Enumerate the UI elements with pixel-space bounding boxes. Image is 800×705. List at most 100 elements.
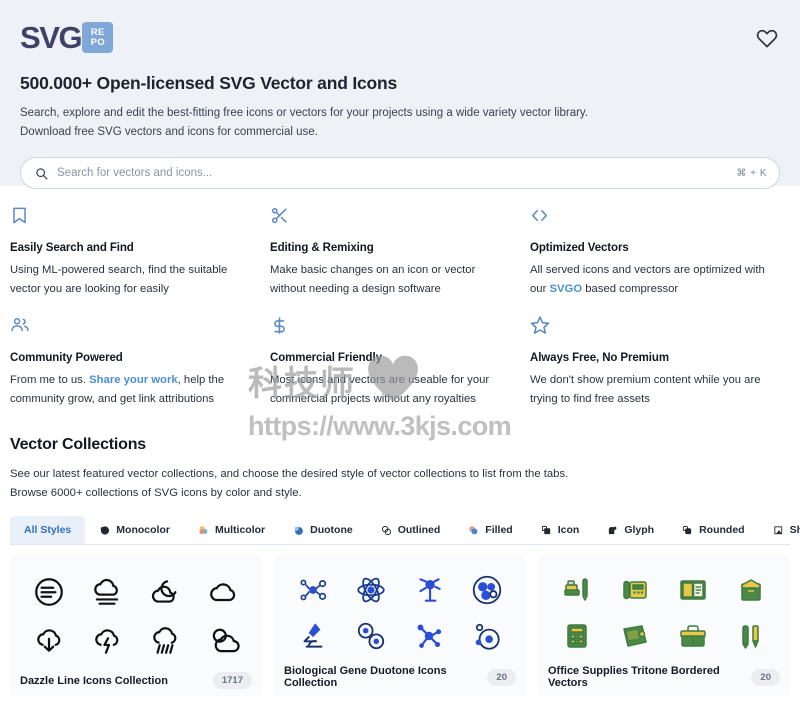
hero-subtitle-line-1: Search, explore and edit the best-fittin…: [20, 107, 589, 119]
feature-body-text-after: based compressor: [582, 282, 679, 295]
collections-subtitle-line-2: Browse 6000+ collections of SVG icons by…: [10, 486, 302, 499]
tab-glyph[interactable]: Glyph: [593, 516, 668, 544]
briefcase-icon: [673, 616, 713, 656]
atom-icon: [351, 570, 391, 610]
feature-title: Optimized Vectors: [530, 242, 629, 254]
cloud-lightning-icon: [87, 621, 127, 661]
feature-body: Make basic changes on an icon or vector …: [270, 261, 506, 298]
feature-card-optimized-vectors: Optimized Vectors All served icons and v…: [530, 202, 790, 312]
cell-orbit-icon: [467, 616, 507, 656]
card-count-badge: 20: [751, 668, 780, 686]
tab-sharp[interactable]: Sharp: [759, 516, 800, 544]
tab-monocolor[interactable]: Monocolor: [85, 516, 184, 544]
scissors-icon: [270, 202, 506, 228]
features-grid: Easily Search and Find Using ML-powered …: [0, 186, 800, 422]
rain-cloud-icon: [145, 621, 185, 661]
share-your-work-link[interactable]: Share your work: [89, 374, 178, 386]
outlined-icon: [381, 525, 392, 536]
feature-title: Always Free, No Premium: [530, 352, 669, 364]
tab-icon[interactable]: Icon: [527, 516, 594, 544]
feature-card-commercial-friendly: Commercial Friendly Most icons and vecto…: [270, 312, 530, 422]
feature-card-editing-and-remixing: Editing & Remixing Make basic changes on…: [270, 202, 530, 312]
feature-body-text: Using ML-powered search, find the suitab…: [10, 264, 228, 295]
tab-all-styles[interactable]: All Styles: [10, 516, 86, 544]
logo-repo-badge: RE PO: [82, 22, 114, 53]
collections-subtitle-line-1: See our latest featured vector collectio…: [10, 468, 569, 480]
search-input[interactable]: [48, 167, 737, 179]
microscope-icon: [293, 616, 333, 656]
open-book-icon: [673, 570, 713, 610]
star-icon: [530, 312, 766, 338]
card-title: Office Supplies Tritone Bordered Vectors: [548, 665, 720, 689]
card-count-badge: 20: [487, 668, 516, 686]
tab-label: Outlined: [397, 524, 441, 536]
tab-label: Multicolor: [214, 524, 266, 536]
card-icon-grid: [284, 567, 516, 659]
card-footer: Dazzle Line Icons Collection 1717: [20, 666, 252, 689]
tab-outlined[interactable]: Outlined: [367, 516, 455, 544]
logo-wordmark: SVG: [20, 20, 83, 55]
card-title: Biological Gene Duotone Icons Collection: [284, 665, 447, 689]
cloud-icon: [203, 572, 243, 612]
tab-label: All Styles: [24, 524, 72, 536]
feature-body: Using ML-powered search, find the suitab…: [10, 261, 246, 298]
tab-label: Icon: [557, 524, 580, 536]
multicolor-icon: [198, 525, 209, 536]
dollar-icon: [270, 312, 506, 338]
card-icon-grid: [20, 567, 252, 666]
feature-body-text: Most icons and vectors are useable for y…: [270, 374, 490, 405]
stapler-pen-icon: [557, 570, 597, 610]
monocolor-icon: [99, 525, 110, 536]
sharp-icon: [773, 525, 784, 536]
tab-label: Filled: [485, 524, 513, 536]
hero-subtitle-line-2: Download free SVG vectors and icons for …: [20, 125, 318, 138]
code-brackets-icon: [530, 202, 766, 228]
wallet-icon: [615, 616, 655, 656]
logo-badge-line-1: RE: [90, 26, 105, 38]
molecule-icon: [293, 570, 333, 610]
envelope-icon: [731, 570, 771, 610]
calculator-icon: [557, 616, 597, 656]
feature-body: From me to us. Share your work, help the…: [10, 371, 246, 408]
neuron-icon: [409, 570, 449, 610]
tab-filled[interactable]: Filled: [454, 516, 526, 544]
feature-card-easily-search-and-find: Easily Search and Find Using ML-powered …: [10, 202, 270, 312]
search-bar[interactable]: ⌘ + K: [20, 157, 780, 189]
card-title: Dazzle Line Icons Collection: [20, 674, 168, 687]
feature-title: Easily Search and Find: [10, 242, 134, 254]
page-root: SVG RE PO 500.000+ Open-licensed SVG Vec…: [0, 0, 800, 705]
collection-card-biological-gene-duotone[interactable]: Biological Gene Duotone Icons Collection…: [274, 555, 526, 697]
tab-label: Glyph: [624, 524, 655, 536]
duotone-icon: [293, 525, 304, 536]
icon-style-icon: [541, 525, 552, 536]
tab-rounded[interactable]: Rounded: [668, 516, 759, 544]
desk-phone-icon: [615, 570, 655, 610]
cloud-download-icon: [29, 621, 69, 661]
tab-multicolor[interactable]: Multicolor: [184, 516, 279, 544]
molecule-branch-icon: [409, 616, 449, 656]
feature-title: Editing & Remixing: [270, 242, 374, 254]
feature-body: We don't show premium content while you …: [530, 371, 766, 408]
collection-card-office-supplies-tritone[interactable]: Office Supplies Tritone Bordered Vectors…: [538, 555, 790, 697]
feature-body: Most icons and vectors are useable for y…: [270, 371, 506, 408]
clouds-icon: [203, 621, 243, 661]
svgo-link[interactable]: SVGO: [549, 283, 582, 295]
card-footer: Office Supplies Tritone Bordered Vectors…: [548, 659, 780, 689]
feature-card-community-powered: Community Powered From me to us. Share y…: [10, 312, 270, 422]
glyph-icon: [607, 525, 618, 536]
heart-icon[interactable]: [756, 26, 778, 53]
hero-header: SVG RE PO 500.000+ Open-licensed SVG Vec…: [0, 0, 800, 189]
rounded-icon: [682, 525, 693, 536]
tab-label: Monocolor: [116, 524, 170, 536]
feature-body: All served icons and vectors are optimiz…: [530, 261, 766, 298]
site-logo[interactable]: SVG RE PO: [20, 20, 114, 55]
tab-duotone[interactable]: Duotone: [279, 516, 367, 544]
hero-top-bar: SVG RE PO: [10, 22, 790, 53]
feature-body-text: We don't show premium content while you …: [530, 374, 761, 405]
feature-body-text: From me to us.: [10, 374, 90, 386]
tab-label: Sharp: [789, 524, 800, 536]
pens-icon: [731, 616, 771, 656]
feature-body-text: Make basic changes on an icon or vector …: [270, 264, 476, 295]
cell-pair-icon: [351, 616, 391, 656]
collection-card-dazzle-line-icons[interactable]: Dazzle Line Icons Collection 1717: [10, 555, 262, 697]
